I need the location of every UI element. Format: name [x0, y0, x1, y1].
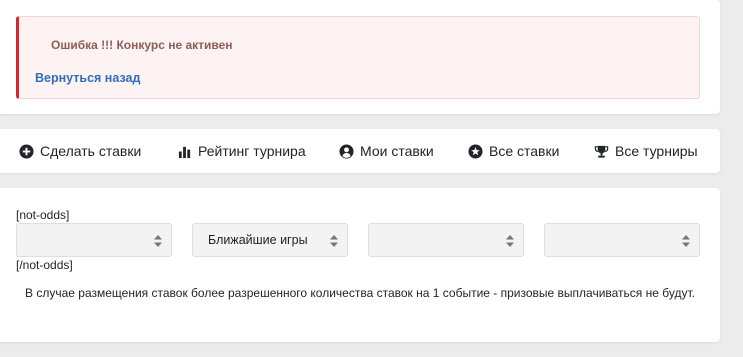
not-odds-close-tag: [/not-odds]: [16, 258, 73, 272]
nav-item-label: Мои ставки: [360, 143, 434, 159]
tournament-nav: Сделать ставки Рейтинг турнира Мои ставк…: [0, 129, 720, 173]
nav-item-rating[interactable]: Рейтинг турнира: [177, 129, 306, 173]
sort-arrows-icon: [682, 235, 690, 247]
filter-select-1[interactable]: [16, 223, 172, 257]
nav-item-label: Сделать ставки: [40, 143, 142, 159]
not-odds-open-tag: [not-odds]: [16, 208, 70, 222]
bar-chart-icon: [177, 144, 192, 159]
trophy-icon: [594, 144, 609, 159]
bet-limit-note: В случае размещения ставок более разреше…: [25, 286, 695, 300]
nav-item-label: Все ставки: [489, 143, 560, 159]
alert-card: Ошибка !!! Конкурс не активен Вернуться …: [0, 0, 720, 114]
sort-arrows-icon: [154, 235, 162, 247]
filter-select-3[interactable]: [368, 223, 524, 257]
nav-item-my-bets[interactable]: Мои ставки: [339, 129, 434, 173]
filter-select-games[interactable]: Ближайшие игры: [192, 223, 348, 257]
alert-message: Ошибка !!! Конкурс не активен: [51, 38, 233, 52]
nav-item-label: Рейтинг турнира: [198, 143, 306, 159]
filter-select-4[interactable]: [544, 223, 700, 257]
nav-item-all-tournaments[interactable]: Все турниры: [594, 129, 698, 173]
select-value: Ближайшие игры: [208, 233, 308, 247]
nav-item-label: Все турниры: [615, 143, 698, 159]
sort-arrows-icon: [330, 235, 338, 247]
star-circle-icon: [468, 143, 483, 159]
plus-circle-icon: [19, 143, 34, 159]
filters-card: [not-odds] Ближайшие игры [/not-odds] В …: [0, 188, 720, 342]
sort-arrows-icon: [506, 235, 514, 247]
user-circle-icon: [339, 143, 354, 159]
nav-card: Сделать ставки Рейтинг турнира Мои ставк…: [0, 129, 720, 173]
nav-item-all-bets[interactable]: Все ставки: [468, 129, 559, 173]
error-alert: Ошибка !!! Конкурс не активен Вернуться …: [16, 16, 700, 99]
back-link[interactable]: Вернуться назад: [35, 71, 140, 85]
nav-item-make-bets[interactable]: Сделать ставки: [19, 129, 141, 173]
